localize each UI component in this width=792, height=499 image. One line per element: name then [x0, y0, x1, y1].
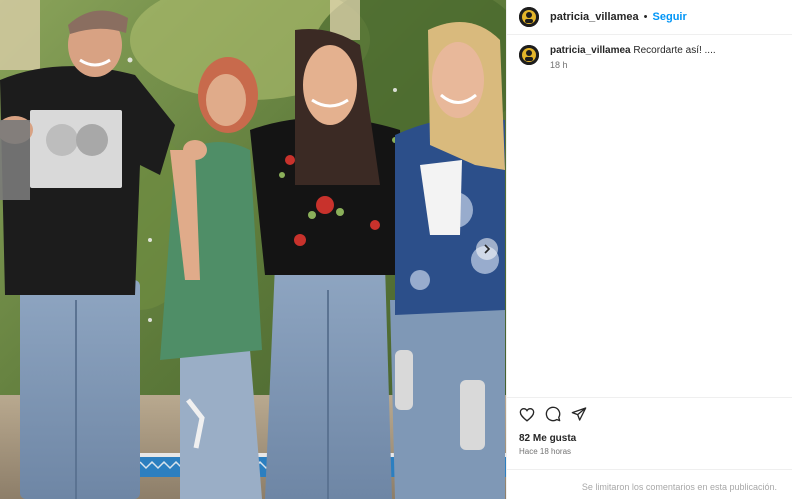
- caption-line: patricia_villamea Recordarte así! ....: [550, 44, 716, 58]
- share-icon: [571, 407, 587, 421]
- author-avatar[interactable]: [519, 7, 539, 27]
- caption-timestamp[interactable]: 18 h: [550, 60, 716, 70]
- action-bar: [518, 405, 596, 423]
- share-button[interactable]: [570, 405, 588, 423]
- caption-body: patricia_villamea Recordarte así! .... 1…: [550, 44, 716, 70]
- next-photo-button[interactable]: [476, 238, 498, 260]
- heart-icon: [519, 407, 535, 422]
- avatar-image: [519, 45, 539, 65]
- caption-username[interactable]: patricia_villamea: [550, 45, 631, 56]
- chevron-right-icon: [484, 244, 491, 254]
- post-side-panel: patricia_villamea • Seguir patricia_vill…: [506, 0, 792, 499]
- avatar-image: [519, 7, 539, 27]
- like-button[interactable]: [518, 405, 536, 423]
- instagram-post: patricia_villamea • Seguir patricia_vill…: [0, 0, 792, 499]
- post-time[interactable]: Hace 18 horas: [519, 447, 571, 456]
- post-photo[interactable]: [0, 0, 506, 499]
- comments-divider: [507, 469, 792, 470]
- author-username[interactable]: patricia_villamea: [550, 11, 639, 23]
- follow-button[interactable]: Seguir: [653, 11, 687, 23]
- comments-restricted-notice: Se limitaron los comentarios en esta pub…: [581, 482, 777, 492]
- caption-avatar[interactable]: [519, 45, 539, 65]
- header-separator: •: [643, 11, 648, 23]
- comment-button[interactable]: [544, 405, 562, 423]
- likes-count[interactable]: 82 Me gusta: [519, 433, 576, 444]
- comment-icon: [545, 406, 561, 422]
- group-photo: [0, 0, 506, 499]
- post-caption: patricia_villamea Recordarte así! .... 1…: [519, 44, 781, 70]
- caption-text: Recordarte así! ....: [633, 45, 716, 56]
- actions-divider: [507, 397, 792, 398]
- post-header: patricia_villamea • Seguir: [507, 0, 792, 35]
